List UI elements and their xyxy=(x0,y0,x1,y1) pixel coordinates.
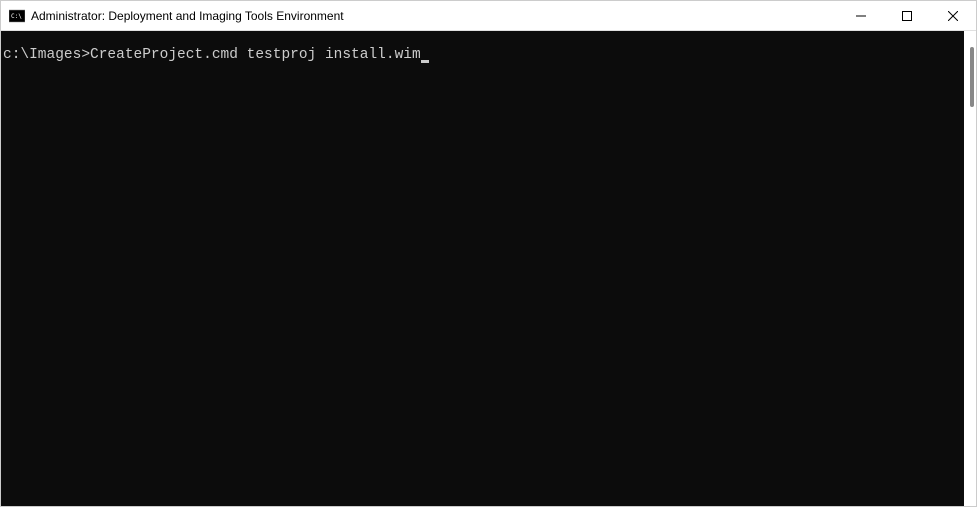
cursor xyxy=(421,60,429,63)
scrollbar-thumb[interactable] xyxy=(970,47,974,107)
maximize-button[interactable] xyxy=(884,1,930,30)
titlebar[interactable]: C:\ Administrator: Deployment and Imagin… xyxy=(1,1,976,31)
minimize-button[interactable] xyxy=(838,1,884,30)
terminal-area[interactable]: c:\Images>CreateProject.cmd testproj ins… xyxy=(1,31,976,506)
terminal-content: c:\Images>CreateProject.cmd testproj ins… xyxy=(1,31,976,66)
window-title: Administrator: Deployment and Imaging To… xyxy=(31,9,838,23)
window-controls xyxy=(838,1,976,30)
command-text: CreateProject.cmd testproj install.wim xyxy=(90,47,421,63)
prompt: c:\Images> xyxy=(3,47,90,63)
terminal-window: C:\ Administrator: Deployment and Imagin… xyxy=(0,0,977,507)
scrollbar-track[interactable] xyxy=(964,31,976,506)
cmd-icon: C:\ xyxy=(9,8,25,24)
svg-text:C:\: C:\ xyxy=(11,13,22,20)
close-button[interactable] xyxy=(930,1,976,30)
